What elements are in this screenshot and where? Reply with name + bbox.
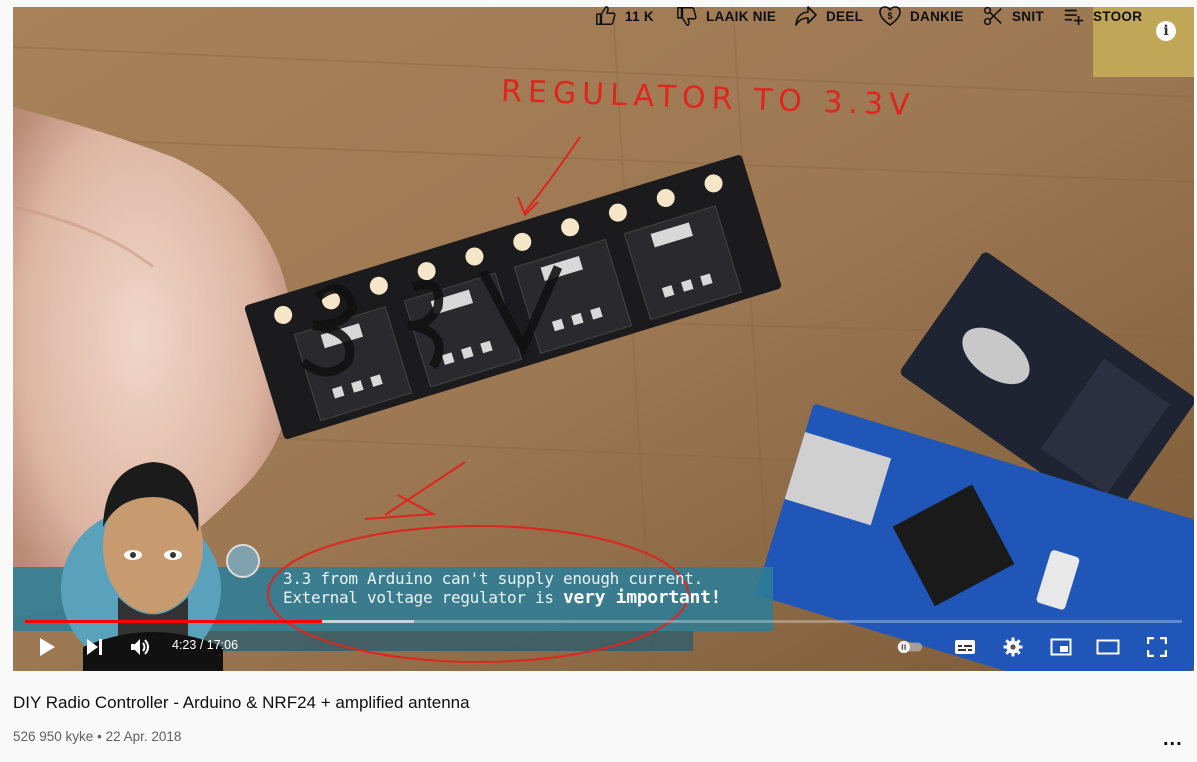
video-caption: 3.3 from Arduino can't supply enough cur… bbox=[283, 569, 721, 607]
autoplay-toggle-icon bbox=[897, 640, 923, 654]
current-time: 4:23 bbox=[172, 638, 197, 652]
miniplayer-icon bbox=[1050, 638, 1072, 656]
share-icon bbox=[795, 6, 817, 26]
save-label: STOOR bbox=[1093, 8, 1143, 24]
thanks-button[interactable]: $ DANKIE bbox=[878, 0, 964, 32]
view-count: 526 950 kyke bbox=[13, 729, 94, 744]
volume-button[interactable] bbox=[127, 635, 155, 659]
thanks-label: DANKIE bbox=[910, 8, 964, 24]
time-display: 4:23 / 17:06 bbox=[172, 638, 238, 652]
theater-mode-icon bbox=[1096, 639, 1120, 655]
clip-label: SNIT bbox=[1012, 8, 1044, 24]
skip-next-icon bbox=[87, 639, 102, 655]
meta-separator: • bbox=[97, 729, 102, 744]
info-icon[interactable]: i bbox=[1156, 21, 1176, 41]
dislike-button[interactable]: LAAIK NIE bbox=[676, 0, 776, 32]
video-meta: 526 950 kyke • 22 Apr. 2018 bbox=[13, 729, 181, 744]
caption-line-2-prefix: External voltage regulator is bbox=[283, 588, 554, 607]
play-icon bbox=[40, 638, 55, 656]
subtitles-icon bbox=[955, 640, 975, 654]
caption-line-2: External voltage regulator is very impor… bbox=[283, 588, 721, 607]
thumbs-up-icon bbox=[596, 6, 616, 25]
settings-button[interactable] bbox=[999, 635, 1027, 659]
duration: 17:06 bbox=[206, 638, 239, 652]
clip-button[interactable]: SNIT bbox=[982, 0, 1044, 32]
play-button[interactable] bbox=[33, 635, 61, 659]
caption-line-2-emphasis: very important! bbox=[563, 587, 722, 608]
upload-date: 22 Apr. 2018 bbox=[105, 729, 182, 744]
miniplayer-button[interactable] bbox=[1047, 635, 1075, 659]
save-button[interactable]: STOOR bbox=[1063, 0, 1142, 32]
like-count: 11 K bbox=[625, 8, 654, 24]
video-player[interactable]: i REGULATOR TO 3.3V 3.3 from Arduino can… bbox=[13, 7, 1194, 671]
autoplay-toggle[interactable] bbox=[896, 635, 924, 659]
player-controls: 4:23 / 17:06 bbox=[13, 623, 1194, 671]
playlist-add-icon bbox=[1064, 9, 1084, 26]
dislike-label: LAAIK NIE bbox=[706, 8, 777, 24]
svg-text:$: $ bbox=[887, 11, 892, 21]
video-title: DIY Radio Controller - Arduino & NRF24 +… bbox=[13, 693, 470, 712]
thumbs-down-icon bbox=[677, 7, 697, 26]
next-button[interactable] bbox=[81, 635, 109, 659]
fullscreen-button[interactable] bbox=[1143, 635, 1171, 659]
scissors-icon bbox=[983, 6, 1002, 26]
caption-line-1: 3.3 from Arduino can't supply enough cur… bbox=[283, 569, 703, 588]
like-button[interactable]: 11 K bbox=[595, 0, 654, 32]
gear-icon bbox=[1003, 637, 1023, 657]
share-label: DEEL bbox=[826, 8, 864, 24]
more-actions-button[interactable]: ... bbox=[1163, 728, 1183, 751]
fullscreen-icon bbox=[1147, 637, 1167, 657]
share-button[interactable]: DEEL bbox=[794, 0, 863, 32]
super-thanks-icon: $ bbox=[879, 6, 901, 26]
theater-mode-button[interactable] bbox=[1094, 635, 1122, 659]
volume-icon bbox=[131, 639, 149, 655]
subtitles-button[interactable] bbox=[951, 635, 979, 659]
time-separator: / bbox=[196, 638, 207, 652]
